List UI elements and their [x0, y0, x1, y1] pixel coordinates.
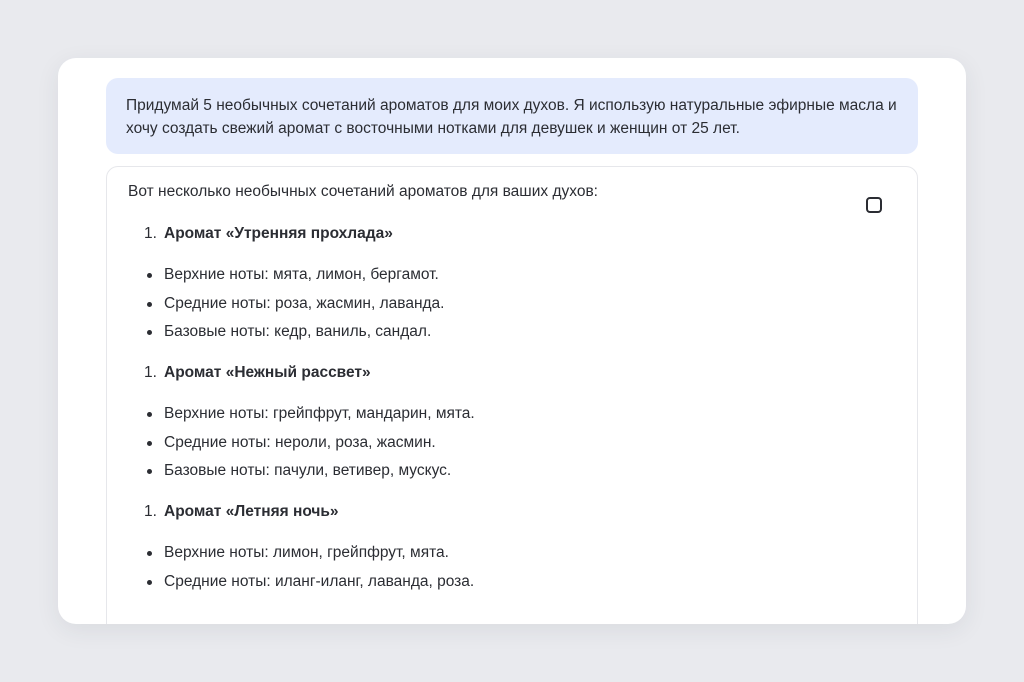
notes-list: Верхние ноты: грейпфрут, мандарин, мята.…	[128, 403, 857, 482]
list-item: Средние ноты: роза, жасмин, лаванда.	[128, 293, 857, 315]
aroma-number: 1.	[144, 225, 157, 242]
aroma-number: 1.	[144, 503, 157, 520]
list-item: Верхние ноты: грейпфрут, мандарин, мята.	[128, 403, 857, 425]
aroma-title: Аромат «Утренняя прохлада»	[164, 225, 393, 242]
list-item: Базовые ноты: кедр, ваниль, сандал.	[128, 321, 857, 343]
list-item: Верхние ноты: мята, лимон, бергамот.	[128, 264, 857, 286]
aroma-heading: 1. Аромат «Утренняя прохлада»	[128, 223, 857, 245]
assistant-answer: Вот несколько необычных сочетаний аромат…	[106, 166, 918, 624]
copy-icon[interactable]	[866, 197, 882, 213]
aroma-title: Аромат «Нежный рассвет»	[164, 364, 371, 381]
list-item: Верхние ноты: лимон, грейпфрут, мята.	[128, 542, 857, 564]
notes-list: Верхние ноты: лимон, грейпфрут, мята. Ср…	[128, 542, 857, 593]
answer-content: Вот несколько необычных сочетаний аромат…	[128, 181, 857, 612]
aroma-title: Аромат «Летняя ночь»	[164, 503, 339, 520]
aroma-heading: 1. Аромат «Летняя ночь»	[128, 501, 857, 523]
aroma-number: 1.	[144, 364, 157, 381]
list-item: Средние ноты: иланг-иланг, лаванда, роза…	[128, 571, 857, 593]
user-prompt-bubble: Придумай 5 необычных сочетаний ароматов …	[106, 78, 918, 154]
chat-card: Придумай 5 необычных сочетаний ароматов …	[58, 58, 966, 624]
list-item: Базовые ноты: пачули, ветивер, мускус.	[128, 460, 857, 482]
answer-intro: Вот несколько необычных сочетаний аромат…	[128, 183, 598, 200]
aroma-heading: 1. Аромат «Нежный рассвет»	[128, 362, 857, 384]
notes-list: Верхние ноты: мята, лимон, бергамот. Сре…	[128, 264, 857, 343]
list-item: Средние ноты: нероли, роза, жасмин.	[128, 432, 857, 454]
